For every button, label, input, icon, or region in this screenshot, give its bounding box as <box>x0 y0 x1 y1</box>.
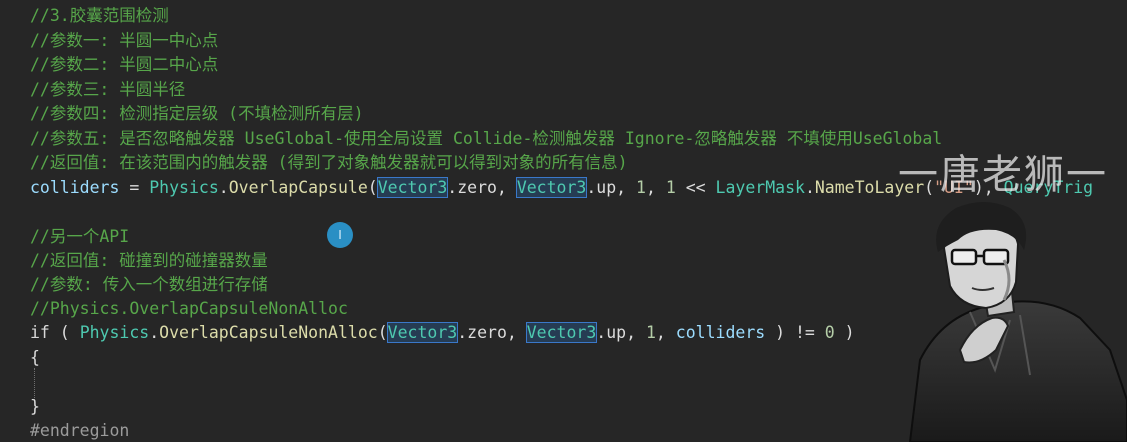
method-overlapcapsulenonalloc: OverlapCapsuleNonAlloc <box>159 323 378 342</box>
member: .up, <box>586 178 637 197</box>
punct: . <box>804 178 815 197</box>
operator: ) != <box>765 323 825 342</box>
code-line-comment: //参数三: 半圆半径 <box>30 80 186 99</box>
highlight-vector3[interactable]: Vector3 <box>515 177 588 198</box>
code-line-comment: //参数五: 是否忽略触发器 UseGlobal-使用全局设置 Collide-… <box>30 129 943 148</box>
highlight-vector3[interactable]: Vector3 <box>376 177 449 198</box>
code-editor[interactable]: //3.胶囊范围检测 //参数一: 半圆一中心点 //参数二: 半圆二中心点 /… <box>0 0 1127 442</box>
variable-colliders: colliders <box>675 323 766 342</box>
code-line-comment: //Physics.OverlapCapsuleNonAlloc <box>30 299 348 318</box>
punct: ) <box>834 323 855 342</box>
type-physics: Physics <box>79 323 150 342</box>
punct: ( <box>377 323 388 342</box>
variable-colliders: colliders <box>30 178 120 197</box>
presenter-avatar <box>908 202 1127 442</box>
mouse-cursor-indicator: I <box>327 222 353 248</box>
code-line-close-brace: } <box>30 397 40 416</box>
punct: , <box>645 178 666 197</box>
number: 1 <box>665 178 676 197</box>
number: 1 <box>636 178 646 197</box>
type-physics: Physics <box>149 178 219 197</box>
method-overlapcapsule: OverlapCapsule <box>228 178 368 197</box>
code-line-open-brace: { <box>30 348 40 367</box>
code-line-endregion: #endregion <box>30 421 130 440</box>
type-layermask: LayerMask <box>715 178 805 197</box>
operator: << <box>675 178 716 197</box>
keyword-if: if <box>30 323 50 342</box>
punct: . <box>218 178 229 197</box>
code-line-comment: //参数四: 检测指定层级 (不填检测所有层) <box>30 104 364 123</box>
watermark: 一唐老狮一 <box>898 152 1108 198</box>
code-line-comment: //返回值: 碰撞到的碰撞器数量 <box>30 251 268 270</box>
code-line-comment: //参数二: 半圆二中心点 <box>30 55 219 74</box>
code-line-comment: //参数: 传入一个数组进行存储 <box>30 275 268 294</box>
highlight-vector3[interactable]: Vector3 <box>525 322 598 343</box>
member: .up, <box>596 323 646 342</box>
operator: = <box>119 178 150 197</box>
punct: ( <box>49 323 80 342</box>
punct: , <box>655 323 676 342</box>
number: 0 <box>824 323 835 342</box>
code-line-comment: //另一个API <box>30 227 130 246</box>
code-line-if-nonalloc: if ( Physics.OverlapCapsuleNonAlloc(Vect… <box>30 321 855 345</box>
number: 1 <box>645 323 656 342</box>
member: .zero, <box>457 323 527 342</box>
code-line-comment: //参数一: 半圆一中心点 <box>30 31 219 50</box>
code-line-comment: //返回值: 在该范围内的触发器 (得到了对象触发器就可以得到对象的所有信息) <box>30 153 628 172</box>
member: .zero, <box>447 178 517 197</box>
highlight-vector3[interactable]: Vector3 <box>386 322 459 343</box>
code-line-comment: //3.胶囊范围检测 <box>30 6 169 25</box>
punct: ( <box>367 178 378 197</box>
punct: . <box>149 323 160 342</box>
